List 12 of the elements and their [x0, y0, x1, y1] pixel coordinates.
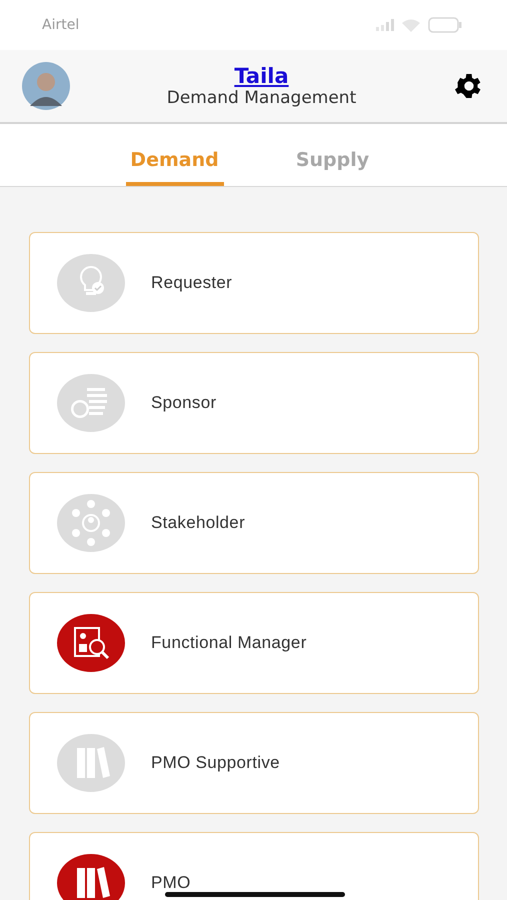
role-card[interactable]: PMO Supportive: [29, 712, 479, 814]
signal-icon: [376, 19, 394, 31]
role-card[interactable]: Functional Manager: [29, 592, 479, 694]
role-card[interactable]: Requester: [29, 232, 479, 334]
role-card[interactable]: Stakeholder: [29, 472, 479, 574]
user-name-link[interactable]: Taila: [234, 64, 289, 88]
carrier-name: Airtel: [42, 17, 80, 33]
page-subtitle: Demand Management: [166, 88, 356, 108]
role-card[interactable]: Sponsor: [29, 352, 479, 454]
role-card[interactable]: PMO: [29, 832, 479, 900]
avatar[interactable]: [22, 62, 70, 110]
battery-icon: [428, 17, 462, 33]
